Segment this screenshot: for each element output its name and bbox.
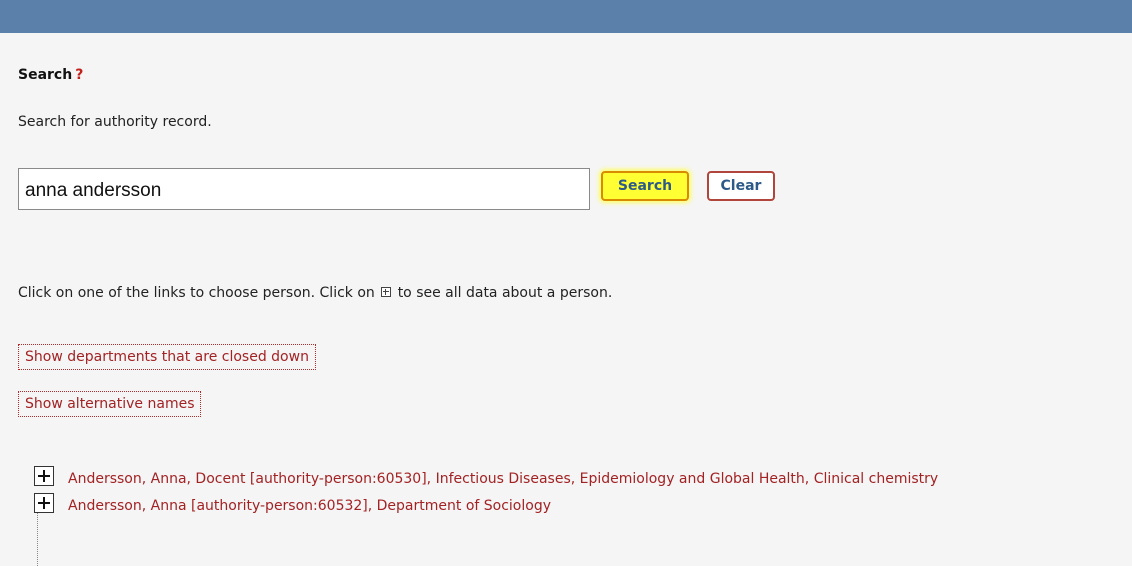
help-icon[interactable]: ? <box>75 67 83 83</box>
search-heading: Search? <box>18 67 83 83</box>
instruction-text-start: Click on one of the links to choose pers… <box>18 285 375 301</box>
result-instruction: Click on one of the links to choose pers… <box>18 285 612 301</box>
inline-expand-icon <box>381 287 392 297</box>
result-link[interactable]: Andersson, Anna, Docent [authority-perso… <box>68 471 938 487</box>
search-heading-text: Search <box>18 67 73 83</box>
expand-plus-icon[interactable] <box>34 466 54 486</box>
result-item: Andersson, Anna, Docent [authority-perso… <box>28 466 1118 490</box>
results-list: Andersson, Anna, Docent [authority-perso… <box>28 466 1118 520</box>
search-button[interactable]: Search <box>601 171 689 201</box>
result-item: Andersson, Anna [authority-person:60532]… <box>28 493 1118 517</box>
instruction-text-end: to see all data about a person. <box>397 285 613 301</box>
search-input[interactable] <box>18 168 590 210</box>
expand-plus-icon[interactable] <box>34 493 54 513</box>
clear-button[interactable]: Clear <box>707 171 775 201</box>
show-alternative-names-link[interactable]: Show alternative names <box>18 391 202 417</box>
app-frame: Search? Search for authority record. Sea… <box>0 0 1132 566</box>
search-intro-text: Search for authority record. <box>18 114 212 130</box>
show-closed-departments-link[interactable]: Show departments that are closed down <box>18 344 316 370</box>
result-link[interactable]: Andersson, Anna [authority-person:60532]… <box>68 498 551 514</box>
top-header-bar <box>0 0 1132 33</box>
